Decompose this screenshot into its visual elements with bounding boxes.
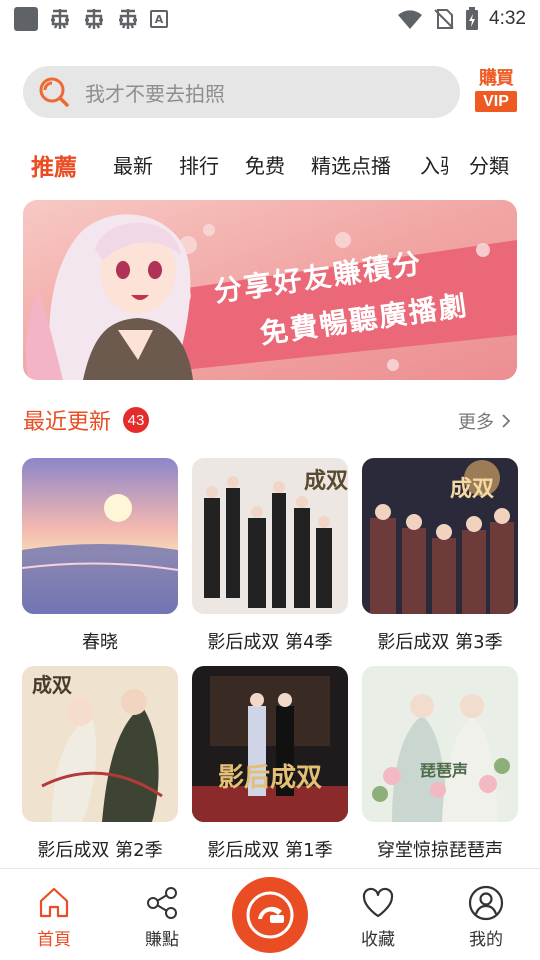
svg-text:琵琶声: 琵琶声: [420, 761, 468, 780]
drama-card[interactable]: 琵琶声 穿堂惊掠琵琶声: [362, 666, 518, 862]
status-bar: A 4:32: [0, 0, 540, 38]
nav-home[interactable]: 首頁: [24, 885, 84, 950]
card-title: 影后成双 第2季: [37, 840, 163, 861]
bug-notification-icon: [85, 9, 103, 29]
section-title: 最近更新: [23, 410, 112, 435]
cover-image: 琵琶声: [362, 666, 518, 822]
update-count-badge: 43: [123, 407, 149, 433]
cover-image: [22, 458, 178, 614]
tab-recommend[interactable]: 推薦: [31, 148, 77, 182]
heart-icon: [362, 887, 394, 918]
card-title: 春晓: [82, 632, 118, 653]
svg-text:成双: 成双: [450, 476, 494, 502]
cover-image: 成双: [22, 666, 178, 822]
status-left: A: [14, 7, 168, 31]
drama-card[interactable]: 春晓: [22, 458, 178, 654]
card-title: 影后成双 第4季: [207, 632, 333, 653]
search-icon: [39, 77, 69, 107]
home-icon: [39, 887, 69, 918]
nav-profile-label: 我的: [469, 930, 503, 950]
user-icon: [468, 885, 504, 921]
drama-card[interactable]: 成双 影后成双 第2季: [22, 666, 178, 862]
vip-label-bottom: VIP: [475, 91, 517, 112]
center-button-core: [232, 877, 308, 953]
drama-card[interactable]: 成双 影后成双 第3季: [362, 458, 518, 654]
tab-featured[interactable]: 精选点播: [311, 150, 391, 179]
category-tabs: 推薦 最新 排行 免费 精选点播 入驻 分類: [0, 140, 540, 188]
nav-profile[interactable]: 我的: [456, 885, 516, 950]
more-link[interactable]: 更多: [458, 408, 512, 434]
tab-categories[interactable]: 分類: [469, 150, 509, 179]
search-placeholder: 我才不要去拍照: [85, 81, 225, 106]
tab-ranking[interactable]: 排行: [179, 150, 219, 179]
search-input[interactable]: 我才不要去拍照: [23, 66, 460, 118]
status-right: 4:32: [397, 7, 526, 31]
card-title: 穿堂惊掠琵琶声: [377, 840, 503, 861]
bug-notification-icon: [51, 9, 69, 29]
nav-home-label: 首頁: [37, 930, 71, 950]
drama-card[interactable]: 成双 影后成双 第4季: [192, 458, 348, 654]
svg-text:影后成双: 影后成双: [218, 763, 322, 793]
bug-notification-icon: [119, 9, 137, 29]
battery-charging-icon: [466, 7, 479, 30]
chevron-right-icon: [502, 414, 511, 428]
radio-drama-logo-icon: [246, 891, 294, 939]
buy-vip-button[interactable]: 購買 VIP: [474, 68, 518, 114]
nav-earn-points[interactable]: 賺點: [132, 885, 192, 950]
card-title: 影后成双 第1季: [207, 840, 333, 861]
svg-text:成双: 成双: [304, 468, 348, 494]
center-play-button[interactable]: [229, 874, 311, 956]
cover-image: 成双: [362, 458, 518, 614]
share-icon: [147, 887, 177, 919]
wifi-icon: [398, 10, 423, 29]
more-label: 更多: [458, 412, 494, 433]
app-notification-icon: [14, 7, 38, 31]
promo-banner[interactable]: 分享好友賺積分 免費暢聽廣播劇: [23, 200, 517, 380]
card-title: 影后成双 第3季: [377, 632, 503, 653]
text-notification-icon: A: [150, 10, 168, 28]
nav-favorites[interactable]: 收藏: [348, 885, 408, 950]
drama-card[interactable]: 影后成双 影后成双 第1季: [192, 666, 348, 862]
no-sim-icon: [434, 9, 454, 29]
tab-latest[interactable]: 最新: [113, 150, 153, 179]
cover-image: 成双: [192, 458, 348, 614]
cover-image: 影后成双: [192, 666, 348, 822]
svg-text:成双: 成双: [32, 673, 72, 697]
nav-favorites-label: 收藏: [361, 930, 395, 950]
tab-free[interactable]: 免费: [245, 150, 285, 179]
tab-settle-in[interactable]: 入驻: [420, 150, 448, 179]
vip-label-top: 購買: [479, 68, 514, 89]
banner-character-illustration: [26, 214, 193, 380]
clock: 4:32: [489, 8, 526, 29]
nav-earn-points-label: 賺點: [145, 930, 179, 950]
